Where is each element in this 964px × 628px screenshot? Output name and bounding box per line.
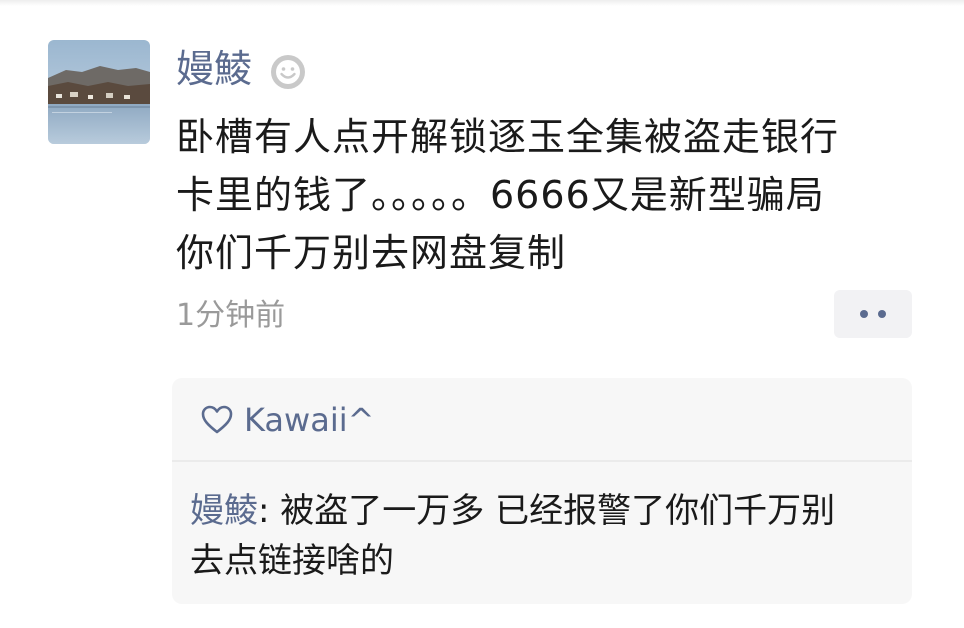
more-dots-icon [860,310,868,318]
post-text-line: 卡里的钱了。。。。。6666又是新型骗局 [176,173,825,217]
avatar-landscape-image [48,40,150,144]
post-text-line: 你们千万别去网盘复制 [176,231,567,275]
more-dots-icon [878,310,886,318]
comment-author-name[interactable]: 嫚鯪 [190,491,258,531]
smiley-face-icon[interactable] [268,52,308,92]
comment-item[interactable]: 嫚鯪: 被盗了一万多 已经报警了你们千万别 去点链接啥的 [190,486,900,586]
avatar[interactable] [48,40,150,144]
likes-and-comments-panel: Kawaii^ 嫚鯪: 被盗了一万多 已经报警了你们千万别 去点链接啥的 [172,378,912,604]
panel-divider [172,460,912,462]
post-timestamp: 1分钟前 [176,298,286,333]
post-body-text: 卧槽有人点开解锁逐玉全集被盗走银行 卡里的钱了。。。。。6666又是新型骗局 你… [176,108,916,282]
liker-name[interactable]: Kawaii^ [244,401,374,439]
heart-outline-icon [201,405,233,434]
top-divider [0,0,964,6]
comment-line: 嫚鯪: 被盗了一万多 已经报警了你们千万别 [190,486,900,536]
post-author-name[interactable]: 嫚鯪 [176,44,252,94]
comment-line: 去点链接啥的 [190,541,394,581]
comment-separator: : [258,491,281,531]
more-actions-button[interactable] [834,290,912,338]
likes-row: Kawaii^ [200,398,374,442]
comment-text: 被盗了一万多 已经报警了你们千万别 [280,491,836,531]
post-text-line: 卧槽有人点开解锁逐玉全集被盗走银行 [176,115,840,159]
